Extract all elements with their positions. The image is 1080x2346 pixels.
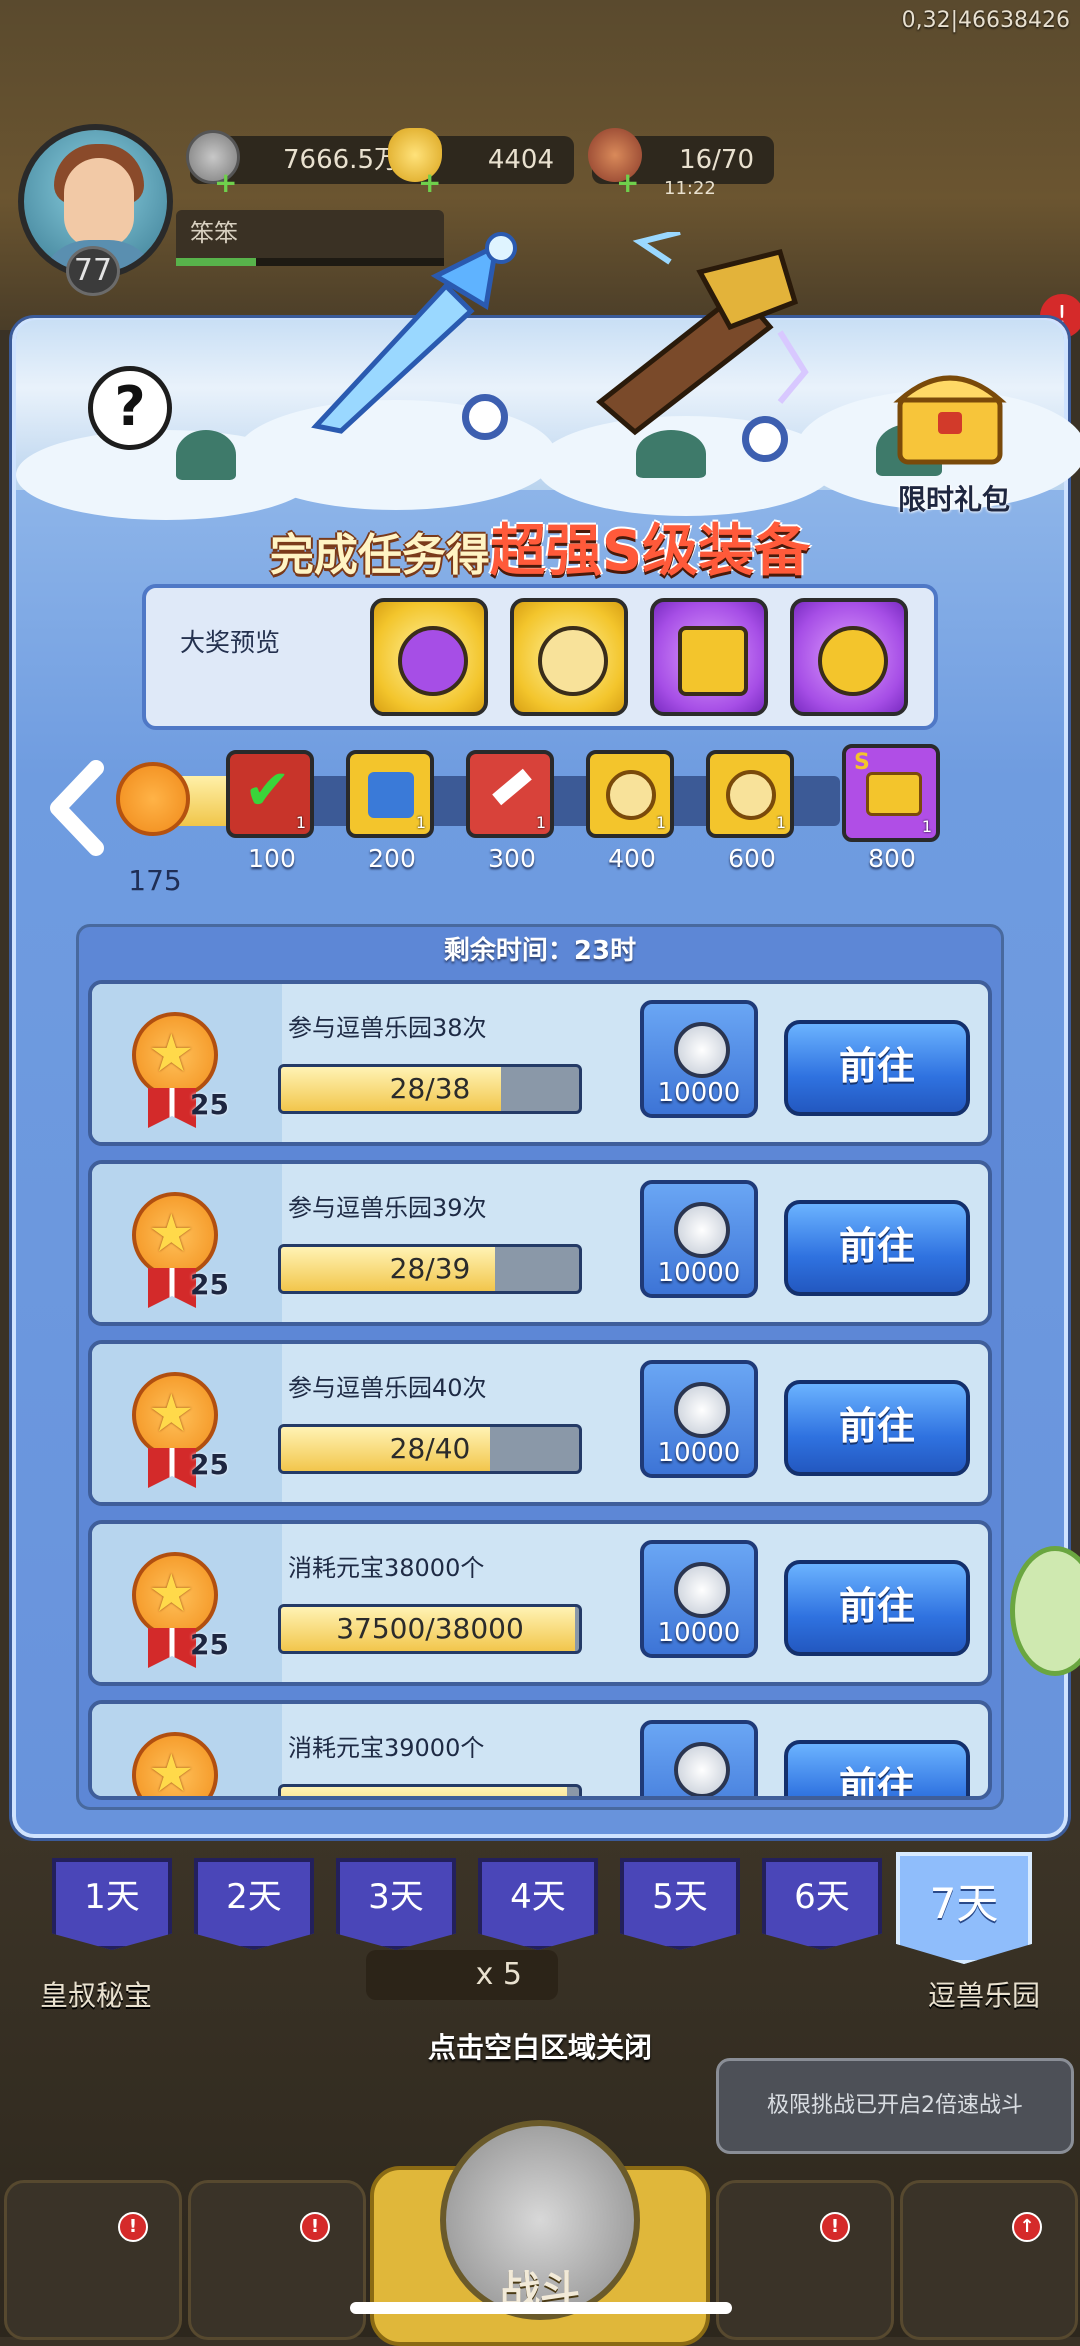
prize-purple-chest-icon[interactable] (370, 598, 488, 716)
inspect-sword-icon[interactable] (462, 394, 508, 440)
add-silver-icon[interactable]: + (214, 169, 237, 197)
nav-equipment-button[interactable] (716, 2180, 894, 2340)
task-row: ★ 25 参与逗兽乐园38次 28/38 10000 前往 (88, 980, 992, 1146)
task-row: ★ 25 参与逗兽乐园40次 28/40 10000 前往 (88, 1340, 992, 1506)
milestone-600-icon[interactable]: 1 (706, 750, 794, 838)
milestone-800-icon[interactable]: S 1 (842, 744, 940, 842)
prize-sword-medal-icon[interactable] (510, 598, 628, 716)
reward-silver-icon[interactable]: 10000 (640, 1360, 758, 1478)
milestone-100-icon[interactable]: ✔ 1 (226, 750, 314, 838)
tab-day-3[interactable]: 3天 (336, 1858, 456, 1950)
task-points: 25 (190, 1268, 229, 1301)
meat-timer: 11:22 (664, 178, 716, 199)
beast-park-label[interactable]: 逗兽乐园 (928, 1974, 1040, 2014)
task-points: 25 (190, 1088, 229, 1121)
reward-silver-icon[interactable] (640, 1720, 758, 1796)
go-button[interactable]: 前往 (784, 1560, 970, 1656)
upgrade-arrow-icon: ↑ (1012, 2212, 1042, 2242)
task-title: 参与逗兽乐园38次 (288, 1014, 487, 1042)
milestone-800-label: 800 (868, 844, 916, 873)
milestone-200-icon[interactable]: 1 (346, 750, 434, 838)
task-progress-bar (278, 1784, 582, 1796)
reward-silver-icon[interactable]: 10000 (640, 1180, 758, 1298)
headline-prefix: 完成任务得 (269, 530, 490, 581)
go-button[interactable]: 前往 (784, 1020, 970, 1116)
prize-s-chest-icon[interactable] (650, 598, 768, 716)
milestone-400-icon[interactable]: 1 (586, 750, 674, 838)
tab-day-4[interactable]: 4天 (478, 1858, 598, 1950)
remaining-time: 剩余时间：23时 (443, 936, 637, 966)
task-title: 消耗元宝38000个 (288, 1554, 485, 1582)
tab-day-5[interactable]: 5天 (620, 1858, 740, 1950)
reward-silver-icon[interactable]: 10000 (640, 1000, 758, 1118)
tab-day-7[interactable]: 7天 (896, 1852, 1032, 1964)
toast-message: 极限挑战已开启2倍速战斗 (716, 2058, 1074, 2154)
nav-upgrade-button[interactable] (900, 2180, 1078, 2340)
milestone-100-label: 100 (248, 844, 296, 873)
task-title: 消耗元宝39000个 (288, 1734, 485, 1762)
star-points-count: 175 (128, 864, 182, 897)
go-button[interactable]: 前往 (784, 1740, 970, 1796)
task-progress-bar: 37500/38000 (278, 1604, 582, 1654)
reward-silver-icon[interactable]: 10000 (640, 1540, 758, 1658)
alert-badge-icon: ! (300, 2212, 330, 2242)
task-points: 25 (190, 1628, 229, 1661)
chevron-left-icon[interactable] (48, 760, 108, 856)
task-title: 参与逗兽乐园39次 (288, 1194, 487, 1222)
prize-s-medal-icon[interactable] (790, 598, 908, 716)
milestone-600-label: 600 (728, 844, 776, 873)
go-button[interactable]: 前往 (784, 1200, 970, 1296)
uncle-treasure-label[interactable]: 皇叔秘宝 (40, 1974, 152, 2014)
headline-highlight: 超强S级装备 (489, 519, 811, 584)
nav-castle-button[interactable] (4, 2180, 182, 2340)
add-gold-icon[interactable]: + (418, 169, 441, 197)
task-row: ★ 25 参与逗兽乐园39次 28/39 10000 前往 (88, 1160, 992, 1326)
player-level-badge: 77 (66, 246, 120, 296)
alert-badge-icon: ! (820, 2212, 850, 2242)
task-progress-bar: 28/39 (278, 1244, 582, 1294)
grand-prize-label: 大奖预览 (179, 628, 280, 657)
task-title: 参与逗兽乐园40次 (288, 1374, 487, 1402)
nav-hero-button[interactable] (188, 2180, 366, 2340)
star-points-icon (116, 762, 190, 836)
home-indicator[interactable] (350, 2302, 732, 2314)
help-button[interactable]: ? (88, 366, 172, 450)
milestone-300-icon[interactable]: 1 (466, 750, 554, 838)
task-points: 25 (190, 1448, 229, 1481)
milestone-300-label: 300 (488, 844, 536, 873)
task-row: ★ 25 消耗元宝38000个 37500/38000 10000 前往 (88, 1520, 992, 1686)
panel-headline: 完成任务得超强S级装备 (0, 506, 1080, 587)
alert-badge-icon: ! (118, 2212, 148, 2242)
tab-day-2[interactable]: 2天 (194, 1858, 314, 1950)
tab-day-6[interactable]: 6天 (762, 1858, 882, 1950)
milestone-400-label: 400 (608, 844, 656, 873)
go-button[interactable]: 前往 (784, 1380, 970, 1476)
star-medal-icon: ★ (132, 1192, 218, 1278)
task-progress-bar: 28/38 (278, 1064, 582, 1114)
crossbow-icon[interactable] (580, 232, 810, 442)
inspect-crossbow-icon[interactable] (742, 416, 788, 462)
star-medal-icon: ★ (132, 1552, 218, 1638)
status-corner: 0,32|46638426 (901, 8, 1070, 33)
meat-cost: x 5 (366, 1950, 558, 2000)
tab-day-1[interactable]: 1天 (52, 1858, 172, 1950)
star-medal-icon: ★ (132, 1012, 218, 1098)
task-row: ★ 消耗元宝39000个 前往 (88, 1700, 992, 1800)
milestone-200-label: 200 (368, 844, 416, 873)
add-meat-icon[interactable]: + (616, 169, 639, 197)
task-progress-bar: 28/40 (278, 1424, 582, 1474)
star-medal-icon: ★ (132, 1372, 218, 1458)
gift-chest-icon[interactable] (890, 360, 1010, 470)
